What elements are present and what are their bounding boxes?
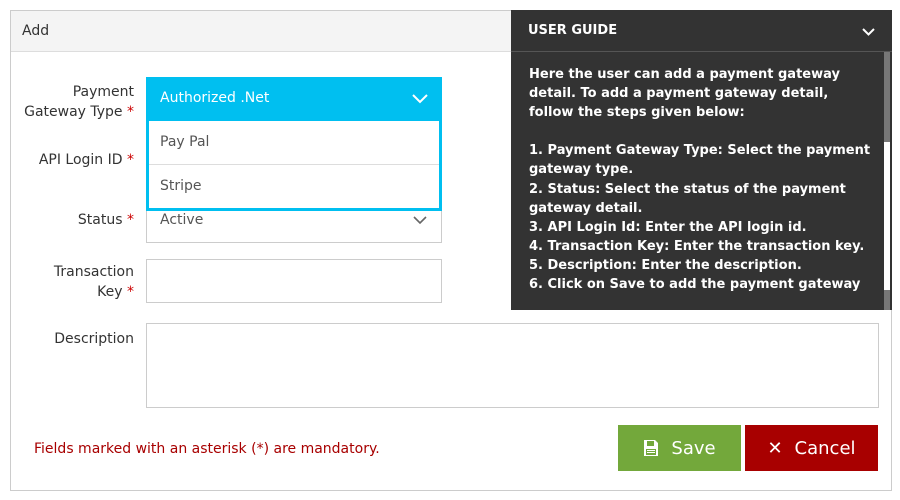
save-label: Save [671,437,716,459]
close-icon: ✕ [767,437,783,459]
scrollbar-thumb[interactable] [884,52,890,142]
user-guide-title: USER GUIDE [528,23,618,38]
option-pay-pal[interactable]: Pay Pal [149,121,439,165]
scrollbar[interactable] [884,52,890,310]
chevron-down-icon [413,216,427,225]
user-guide-text: Here the user can add a payment gateway … [529,67,871,293]
user-guide-panel: USER GUIDE Here the user can add a payme… [511,10,892,310]
required-asterisk: * [127,212,134,228]
payment-gateway-type-label: Payment Gateway Type * [10,82,134,122]
required-asterisk: * [127,104,134,120]
label-text: Gateway Type [24,104,123,120]
option-stripe[interactable]: Stripe [149,165,439,209]
label-text: Transaction [53,264,134,280]
label-text: Status [77,212,123,228]
required-asterisk: * [127,284,134,300]
cancel-label: Cancel [794,437,856,459]
save-icon [644,440,659,456]
save-button[interactable]: Save [618,425,741,471]
transaction-key-label: Transaction Key * [10,262,134,302]
description-textarea[interactable] [146,323,879,408]
label-text: Key [97,284,123,300]
panel-title: Add [22,23,50,39]
user-guide-header[interactable]: USER GUIDE [511,10,892,52]
payment-gateway-type-dropdown[interactable]: Authorized .Net Pay Pal Stripe [146,77,442,211]
required-asterisk: * [127,152,134,168]
transaction-key-input[interactable] [146,259,442,303]
cancel-button[interactable]: ✕ Cancel [745,425,878,471]
payment-gateway-type-select[interactable]: Authorized .Net [146,77,442,121]
label-text: Payment [72,84,134,100]
scrollbar-end [884,290,890,310]
status-value: Active [160,212,204,228]
selected-gateway: Authorized .Net [160,90,270,106]
label-text: Description [54,331,134,347]
chevron-down-icon [412,94,428,104]
mandatory-note: Fields marked with an asterisk (*) are m… [34,441,380,457]
chevron-down-icon[interactable] [862,28,875,36]
label-text: API Login ID [38,152,123,168]
